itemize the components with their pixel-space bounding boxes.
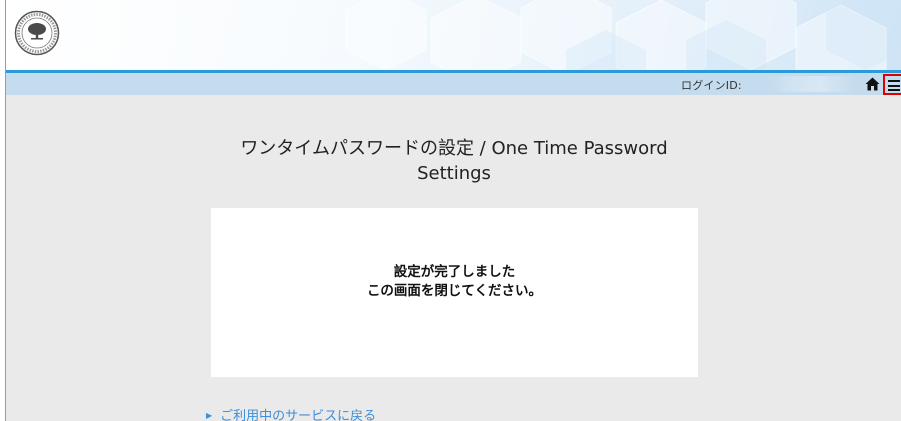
triangle-right-icon: ▶ xyxy=(206,411,213,420)
back-to-service-label: ご利用中のサービスに戻る xyxy=(220,409,377,421)
hexagon-pattern-decoration xyxy=(345,0,901,70)
page-title-line2: Settings xyxy=(417,163,491,184)
hamburger-menu-icon[interactable] xyxy=(883,74,901,95)
page-title-line1: ワンタイムパスワードの設定 / One Time Password xyxy=(240,138,668,159)
menu-line-middle xyxy=(888,84,900,87)
page-title: ワンタイムパスワードの設定 / One Time Password Settin… xyxy=(6,136,901,186)
completion-message: 設定が完了しました この画面を閉じてください。 xyxy=(211,263,698,301)
home-icon[interactable] xyxy=(865,77,880,91)
completion-message-line1: 設定が完了しました xyxy=(393,264,516,280)
back-to-service-link[interactable]: ▶ ご利用中のサービスに戻る xyxy=(206,405,376,421)
page-frame: ログインID: ワンタイムパスワードの設定 / One Time Passwor… xyxy=(5,0,901,421)
menu-line-top xyxy=(888,80,900,82)
message-card: 設定が完了しました この画面を閉じてください。 xyxy=(211,208,698,377)
user-bar xyxy=(6,73,901,95)
menu-line-bottom xyxy=(888,89,900,91)
university-seal-logo xyxy=(14,10,60,56)
completion-message-line2: この画面を閉じてください。 xyxy=(366,283,543,299)
login-id-value xyxy=(768,76,856,92)
header-banner xyxy=(6,0,901,70)
login-id-label: ログインID: xyxy=(681,79,742,92)
